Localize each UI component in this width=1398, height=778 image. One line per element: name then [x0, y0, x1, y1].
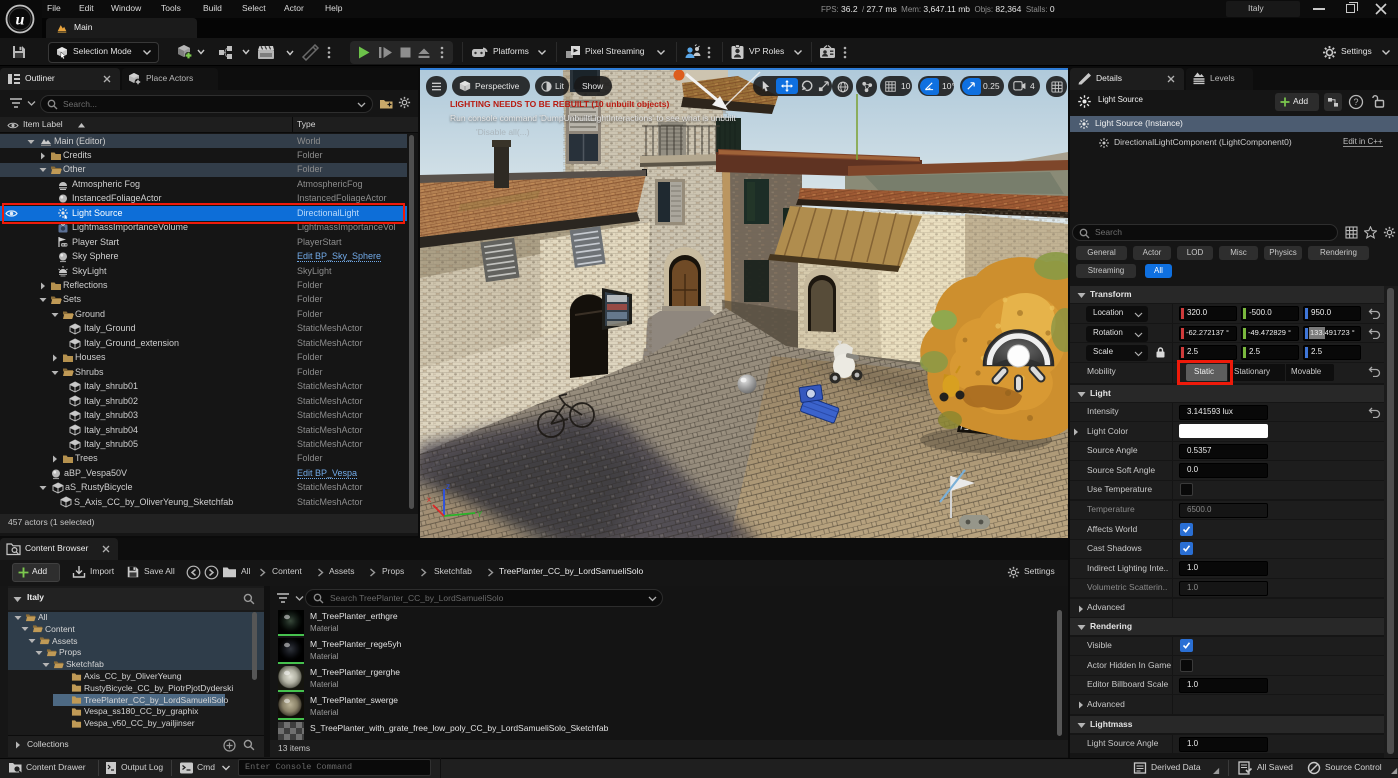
- svg-text:u: u: [16, 12, 25, 29]
- svg-text:x: x: [427, 495, 431, 504]
- svg-text:Y: Y: [477, 510, 483, 519]
- svg-text:?: ?: [1353, 97, 1358, 107]
- svg-text:z: z: [446, 482, 450, 491]
